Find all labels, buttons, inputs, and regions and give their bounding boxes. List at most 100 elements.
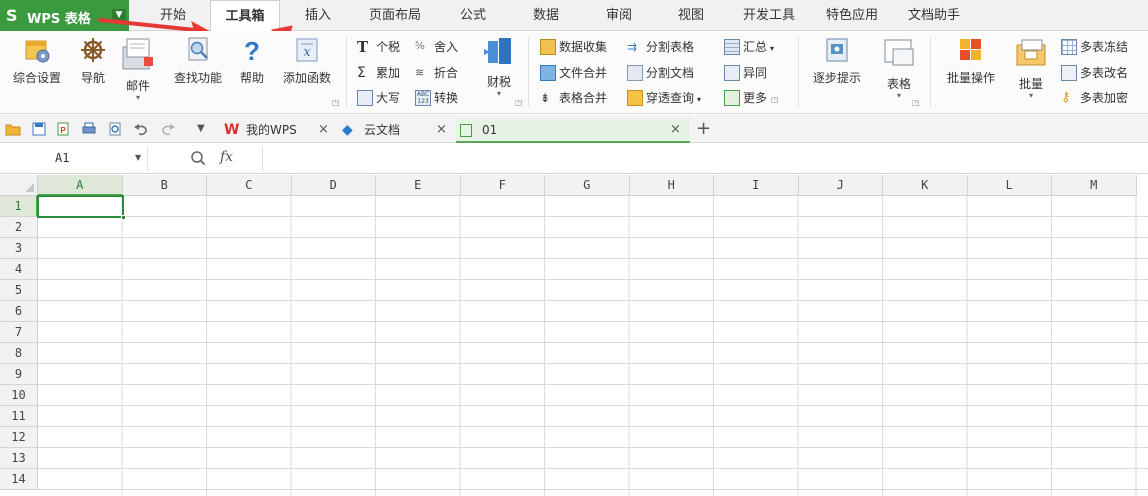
comprehensive-settings-button[interactable]: 综合设置 <box>6 35 68 86</box>
print-preview-icon[interactable] <box>107 121 123 137</box>
tab-insert[interactable]: 插入 <box>290 0 346 31</box>
tab-doc-assistant[interactable]: 文档助手 <box>896 0 972 31</box>
column-header-l[interactable]: L <box>967 175 1052 196</box>
tab-data[interactable]: 数据 <box>518 0 574 31</box>
fold-button[interactable]: ≋ 折合 <box>415 63 458 83</box>
close-icon[interactable]: × <box>318 118 329 142</box>
export-pdf-icon[interactable]: P <box>55 121 71 137</box>
multi-rename-label: 多表改名 <box>1080 66 1129 80</box>
help-button[interactable]: ? 帮助 <box>234 35 270 86</box>
doc-tab-01[interactable]: 01 × <box>456 118 690 143</box>
tab-page-layout[interactable]: 页面布局 <box>358 0 432 31</box>
chevron-down-icon[interactable]: ▼ <box>135 153 141 162</box>
table-button[interactable]: 表格 ▾ <box>876 35 922 100</box>
tab-review[interactable]: 审阅 <box>591 0 647 31</box>
new-tab-plus-icon[interactable]: + <box>696 118 711 140</box>
tab-start[interactable]: 开始 <box>145 0 201 31</box>
row-header-3[interactable]: 3 <box>0 238 38 259</box>
close-icon[interactable]: × <box>670 118 681 142</box>
add-function-button[interactable]: x 添加函数 <box>276 35 338 86</box>
column-header-m[interactable]: M <box>1052 175 1137 196</box>
more-button[interactable]: 更多 ◳ <box>724 88 779 108</box>
column-header-d[interactable]: D <box>291 175 376 196</box>
file-merge-button[interactable]: 文件合并 <box>540 63 607 83</box>
insert-function-fx-button[interactable]: fx <box>220 149 233 165</box>
column-header-f[interactable]: F <box>460 175 545 196</box>
split-doc-button[interactable]: 分割文档 <box>627 63 694 83</box>
tab-developer[interactable]: 开发工具 <box>730 0 808 31</box>
multi-rename-button[interactable]: 多表改名 <box>1061 63 1128 83</box>
column-header-i[interactable]: I <box>714 175 799 196</box>
save-icon[interactable] <box>31 121 47 137</box>
row-header-11[interactable]: 11 <box>0 406 38 427</box>
convert-button[interactable]: ABC 123 转换 <box>415 88 458 108</box>
uppercase-button[interactable]: 大写 <box>357 88 400 108</box>
batch-button[interactable]: 批量 ▾ <box>1008 35 1054 100</box>
column-header-k[interactable]: K <box>883 175 968 196</box>
customize-toolbar-chevron-icon[interactable]: ▼ <box>197 121 213 137</box>
chevron-down-icon[interactable]: ▼ <box>112 9 126 22</box>
multi-encrypt-button[interactable]: ⚷ 多表加密 <box>1061 88 1128 108</box>
fold-icon: ≋ <box>415 65 425 79</box>
select-all-corner[interactable] <box>0 175 38 196</box>
income-tax-button[interactable]: T 个税 <box>357 37 400 57</box>
diff-button[interactable]: 异同 <box>724 63 767 83</box>
tax-button[interactable]: 财税 ▾ <box>478 35 520 98</box>
sum-add-button[interactable]: Σ 累加 <box>357 63 400 83</box>
cell-area[interactable] <box>38 196 1148 496</box>
close-icon[interactable]: × <box>436 118 447 142</box>
row-header-13[interactable]: 13 <box>0 448 38 469</box>
row-header-7[interactable]: 7 <box>0 322 38 343</box>
row-header-10[interactable]: 10 <box>0 385 38 406</box>
zoom-magnifier-icon[interactable] <box>190 150 206 166</box>
column-header-h[interactable]: H <box>629 175 714 196</box>
tab-special-apps[interactable]: 特色应用 <box>814 0 890 31</box>
row-header-9[interactable]: 9 <box>0 364 38 385</box>
find-function-button[interactable]: 查找功能 <box>168 35 228 86</box>
column-header-c[interactable]: C <box>207 175 292 196</box>
fill-handle[interactable] <box>121 215 126 220</box>
pierce-query-button[interactable]: 穿透查询 ▾ <box>627 88 701 108</box>
tab-formula[interactable]: 公式 <box>445 0 501 31</box>
split-table-button[interactable]: ⇉ 分割表格 <box>627 37 694 57</box>
tab-view[interactable]: 视图 <box>663 0 719 31</box>
row-header-2[interactable]: 2 <box>0 217 38 238</box>
tab-toolbox[interactable]: 工具箱 <box>210 0 280 32</box>
column-header-a[interactable]: A <box>38 175 123 196</box>
row-header-8[interactable]: 8 <box>0 343 38 364</box>
row-header-5[interactable]: 5 <box>0 280 38 301</box>
active-cell-a1[interactable] <box>37 195 126 220</box>
doc-tab-my-wps[interactable]: W 我的WPS × <box>218 118 336 143</box>
print-icon[interactable] <box>81 121 97 137</box>
step-prompt-button[interactable]: 逐步提示 <box>806 35 868 86</box>
column-header-g[interactable]: G <box>545 175 630 196</box>
redo-icon[interactable] <box>160 121 176 137</box>
row-header-14[interactable]: 14 <box>0 469 38 490</box>
row-header-1[interactable]: 1 <box>0 196 38 217</box>
settings-icon <box>25 40 50 63</box>
multi-freeze-button[interactable]: 多表冻结 <box>1061 37 1128 57</box>
data-collect-button[interactable]: 数据收集 <box>540 37 607 57</box>
column-header-e[interactable]: E <box>376 175 461 196</box>
column-header-j[interactable]: J <box>798 175 883 196</box>
row-header-6[interactable]: 6 <box>0 301 38 322</box>
summary-button[interactable]: 汇总 ▾ <box>724 37 774 57</box>
formula-input[interactable] <box>262 146 1148 172</box>
navigation-button[interactable]: 导航 <box>76 35 110 86</box>
row-header-12[interactable]: 12 <box>0 427 38 448</box>
row-header-4[interactable]: 4 <box>0 259 38 280</box>
dialog-launcher-icon[interactable]: ◳ <box>515 98 523 107</box>
mail-button[interactable]: 邮件 ▾ <box>116 35 160 102</box>
dialog-launcher-icon[interactable]: ◳ <box>332 98 340 107</box>
name-box[interactable]: A1 ▼ <box>0 147 148 171</box>
batch-operation-button[interactable]: 批量操作 <box>940 35 1002 86</box>
undo-icon[interactable] <box>133 121 149 137</box>
table-merge-button[interactable]: ⇟ 表格合并 <box>540 88 607 108</box>
app-menu-button[interactable]: S WPS 表格 ▼ <box>0 0 129 31</box>
column-header-b[interactable]: B <box>122 175 207 196</box>
open-folder-icon[interactable] <box>5 121 21 137</box>
sigma-icon: Σ <box>357 64 366 81</box>
doc-tab-cloud-docs[interactable]: ◆ 云文档 × <box>338 118 456 143</box>
round-button[interactable]: ⁵⁄₀ 舍入 <box>415 37 458 57</box>
dialog-launcher-icon[interactable]: ◳ <box>912 98 920 107</box>
